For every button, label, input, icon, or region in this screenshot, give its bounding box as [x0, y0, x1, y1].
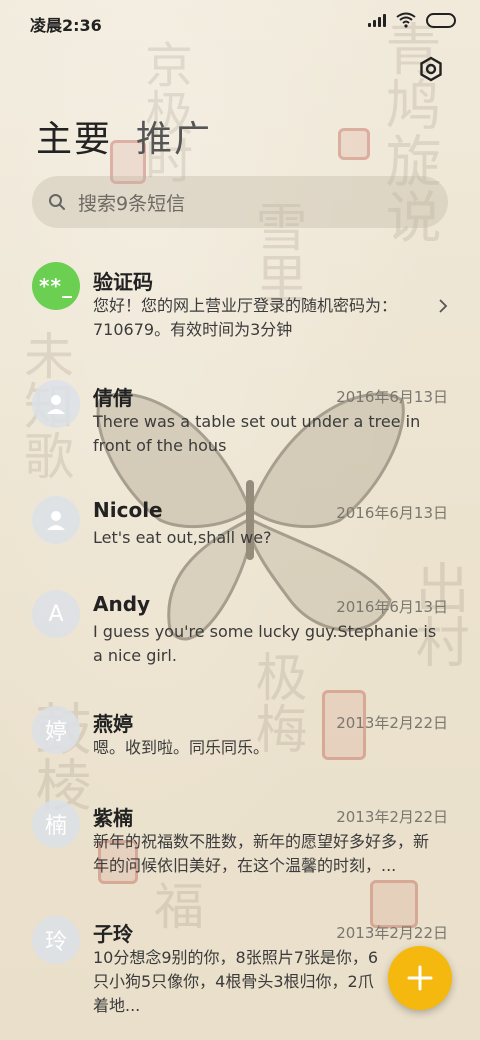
tab-primary[interactable]: 主要: [36, 110, 112, 162]
message-date: 2013年2月22日: [336, 714, 448, 732]
message-date: 2013年2月22日: [336, 808, 448, 826]
message-date: 2016年6月13日: [336, 598, 448, 616]
avatar: 婷: [32, 706, 80, 754]
avatar: **_: [32, 262, 80, 310]
message-preview: Let's eat out,shall we?: [93, 528, 272, 547]
compose-button[interactable]: [388, 946, 452, 1010]
avatar: [32, 496, 80, 544]
conversation-item[interactable]: Nicole 2016年6月13日 Let's eat out,shall we…: [0, 484, 480, 574]
wifi-icon: [396, 12, 416, 28]
tab-promotions[interactable]: 推广: [136, 110, 212, 162]
contact-name: 燕婷: [93, 712, 133, 736]
contact-name: 子玲: [93, 922, 133, 946]
message-preview: 新年的祝福数不胜数，新年的愿望好多好多，新年的问候依旧美好，在这个温馨的时刻，.…: [93, 832, 430, 875]
conversation-item[interactable]: 倩倩 2016年6月13日 There was a table set out …: [0, 368, 480, 468]
person-icon: [47, 395, 65, 414]
conversation-item[interactable]: A Andy 2016年6月13日 I guess you're some lu…: [0, 578, 480, 678]
signal-icon: [368, 13, 386, 27]
message-date: 2013年2月22日: [336, 924, 448, 942]
plus-icon: [407, 965, 433, 991]
conversation-item[interactable]: 楠 紫楠 2013年2月22日 新年的祝福数不胜数，新年的愿望好多好多，新年的问…: [0, 788, 480, 888]
contact-name: 紫楠: [93, 806, 133, 830]
avatar: [32, 380, 80, 428]
tab-bar: 主要 推广: [36, 110, 212, 162]
status-time: 凌晨2:36: [30, 16, 102, 35]
battery-icon: [426, 12, 456, 28]
message-preview: There was a table set out under a tree i…: [93, 412, 421, 455]
contact-name: Andy: [93, 592, 151, 616]
search-icon: [49, 194, 65, 210]
conversation-item[interactable]: **_ 验证码 您好！您的网上营业厅登录的随机密码为：710679。有效时间为3…: [0, 248, 480, 358]
chevron-right-icon: [439, 299, 448, 313]
person-icon: [47, 511, 65, 530]
avatar: 玲: [32, 916, 80, 964]
message-preview: 您好！您的网上营业厅登录的随机密码为：710679。有效时间为3分钟: [93, 296, 398, 339]
message-date: 2016年6月13日: [336, 504, 448, 522]
contact-name: Nicole: [93, 498, 163, 522]
avatar: A: [32, 590, 80, 638]
avatar: 楠: [32, 800, 80, 848]
settings-button[interactable]: [418, 56, 444, 82]
search-input[interactable]: 搜索9条短信: [78, 189, 185, 216]
message-date: 2016年6月13日: [336, 388, 448, 406]
message-preview: 嗯。收到啦。同乐同乐。: [93, 738, 270, 757]
message-preview: 10分想念9别的你，8张照片7张是你，6只小狗5只像你，4根骨头3根归你，2爪着…: [93, 948, 379, 1015]
gear-icon: [420, 56, 442, 82]
contact-name: 倩倩: [93, 386, 133, 410]
contact-name: 验证码: [93, 270, 153, 294]
conversation-item[interactable]: 婷 燕婷 2013年2月22日 嗯。收到啦。同乐同乐。: [0, 694, 480, 784]
status-bar: 凌晨2:36: [0, 0, 480, 42]
message-preview: I guess you're some lucky guy.Stephanie …: [93, 622, 437, 665]
search-bar[interactable]: 搜索9条短信: [32, 176, 448, 228]
